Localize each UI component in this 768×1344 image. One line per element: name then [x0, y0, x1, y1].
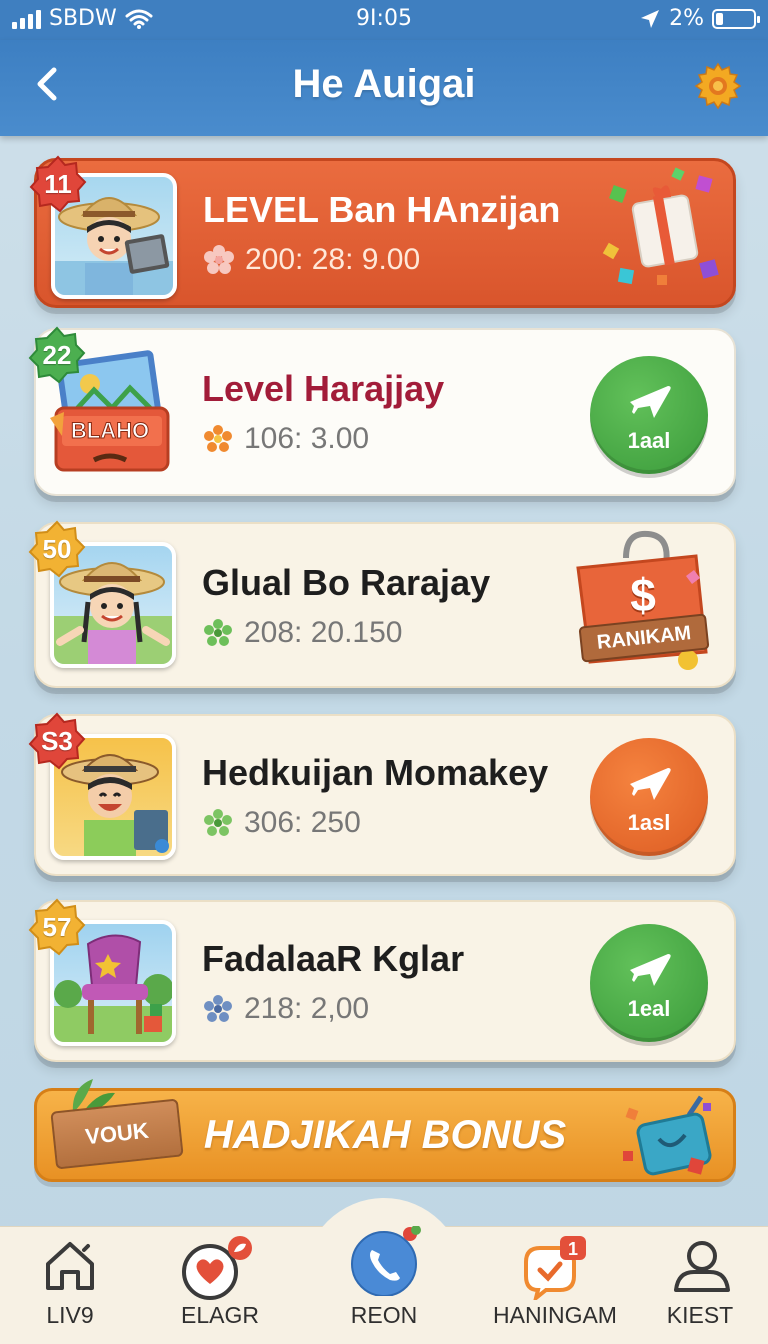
flower-icon	[204, 619, 232, 646]
level-card[interactable]: 57 FadalaaR Kglar 218: 2,00 1eal	[28, 898, 736, 1062]
tab-label: LIV9	[46, 1302, 94, 1328]
phone-icon	[351, 1226, 421, 1296]
battery-percent: 2%	[669, 6, 704, 31]
level-badge: S3	[28, 712, 86, 770]
app-header: He Auigai	[0, 40, 768, 136]
level-title: FadalaaR Kglar	[202, 938, 465, 979]
level-card[interactable]: 50 Glual Bo Rarajay 208: 20.150 $ RANIKA…	[28, 520, 736, 688]
toy-box-label: BLAHO	[71, 418, 149, 443]
level-badge: 22	[28, 326, 86, 384]
bonus-banner[interactable]: VOUK HADJIKAH BONUS	[34, 1079, 736, 1182]
level-card[interactable]: BLAHO 22 Level Harajjay 106: 3.00 1aal	[28, 326, 736, 496]
status-bar: SBDW 9I:05 2%	[0, 0, 768, 40]
play-button-label: 1aal	[627, 428, 671, 453]
level-title: Hedkuijan Momakey	[202, 752, 549, 793]
plane-icon	[630, 386, 671, 418]
tab-favorites[interactable]: ELAGR	[150, 1236, 290, 1336]
suitcase-icon	[623, 1095, 712, 1176]
flower-icon	[204, 995, 232, 1022]
level-stat: 208: 20.150	[202, 616, 402, 650]
level-stat: 106: 3.00	[202, 422, 369, 456]
play-button[interactable]: 1eal	[590, 924, 708, 1042]
heart-icon	[182, 1236, 252, 1300]
ranking-icon: 1	[524, 1236, 586, 1300]
tab-profile[interactable]: KIEST	[630, 1236, 768, 1336]
tab-label: HANINGAM	[493, 1302, 617, 1328]
level-stat: 200: 28: 9.00	[203, 243, 420, 277]
play-button[interactable]: 1aal	[590, 356, 708, 474]
home-icon	[46, 1242, 94, 1290]
level-title: Level Harajjay	[202, 368, 445, 409]
level-badge: 57	[28, 898, 86, 956]
level-card[interactable]: S3 Hedkuijan Momakey 306: 250 1asl	[28, 712, 736, 876]
tab-call[interactable]: REON	[314, 1226, 454, 1336]
plane-icon	[630, 768, 671, 800]
play-button[interactable]: 1asl	[590, 738, 708, 856]
plane-icon	[630, 954, 671, 986]
flower-icon	[204, 245, 234, 274]
shopping-bag-tag[interactable]: $ RANIKAM	[568, 528, 718, 678]
level-title: LEVEL Ban HAnzijan	[203, 189, 561, 230]
level-stat: 218: 2,00	[202, 992, 369, 1026]
level-title: Glual Bo Rarajay	[202, 562, 491, 603]
tab-label: KIEST	[666, 1302, 734, 1328]
tab-label: ELAGR	[181, 1302, 259, 1328]
tab-label: REON	[350, 1302, 418, 1328]
gear-icon[interactable]	[692, 60, 744, 112]
ranking-badge: 1	[568, 1239, 578, 1259]
play-button-label: 1asl	[627, 810, 671, 835]
level-card[interactable]: 11 LEVEL Ban HAnzijan 200: 28: 9.00	[29, 155, 736, 308]
tab-home[interactable]: LIV9	[0, 1236, 140, 1336]
user-icon	[674, 1241, 730, 1292]
tab-ranking[interactable]: 1 HANINGAM	[480, 1236, 630, 1336]
play-button-label: 1eal	[627, 996, 671, 1021]
location-arrow-icon	[641, 9, 660, 28]
battery-icon	[712, 8, 760, 29]
level-stat: 306: 250	[202, 806, 361, 840]
flower-icon	[204, 809, 232, 836]
status-right: 2%	[639, 6, 760, 31]
level-badge: 50	[28, 520, 86, 578]
page-title: He Auigai	[292, 62, 476, 106]
level-badge: 11	[29, 155, 87, 213]
gift-box-icon	[602, 167, 719, 285]
flower-icon	[204, 425, 232, 452]
dollar-symbol: $	[630, 569, 656, 621]
